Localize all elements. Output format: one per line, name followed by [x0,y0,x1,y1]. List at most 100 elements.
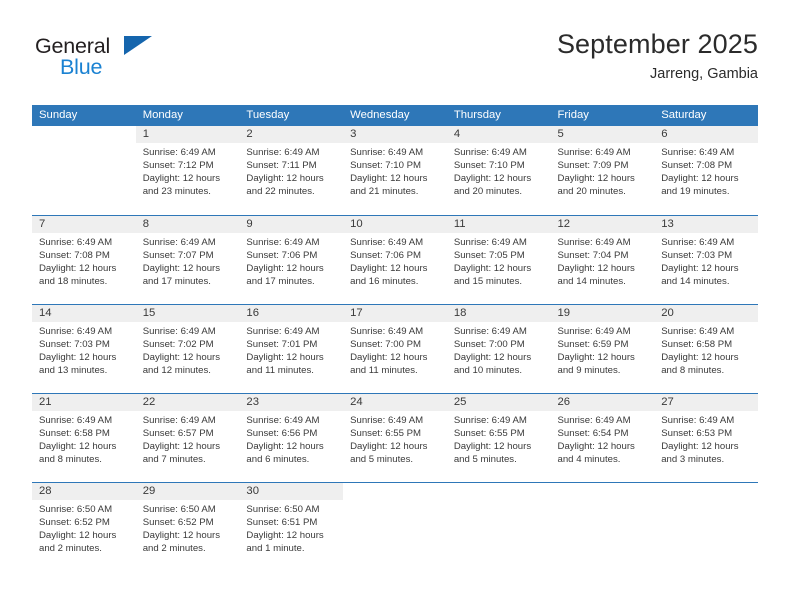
daylight-text: Daylight: 12 hours [453,351,532,363]
calendar-day-cell[interactable]: 21 Sunrise: 6:49 AM Sunset: 6:58 PM Dayligh… [32,393,136,482]
calendar-day-cell[interactable]: 20 Sunrise: 6:49 AM Sunset: 6:58 PM Dayligh… [654,304,758,393]
calendar-day-cell[interactable]: 11 Sunrise: 6:49 AM Sunset: 7:05 PM Dayligh… [446,215,551,304]
sunrise-text: Sunrise: 6:49 AM [453,237,527,248]
calendar-day-cell[interactable]: 17 Sunrise: 6:49 AM Sunset: 7:00 PM Dayligh… [343,304,447,393]
day-info: Sunrise: 6:49 AM Sunset: 6:53 PM Daylight:… [654,411,758,467]
sunrise-text: Sunrise: 6:50 AM [39,504,113,515]
daylight-text: Daylight: 12 hours [246,351,324,363]
title-block: September 2025 Jarreng, Gambia [557,26,758,85]
sunset-text: Sunset: 6:53 PM [661,427,733,439]
calendar-day-cell[interactable]: 15 Sunrise: 6:49 AM Sunset: 7:02 PM Dayligh… [135,304,240,393]
sunset-text: Sunset: 6:58 PM [661,338,733,350]
daylight-text-cont: and 13 minutes. [39,364,108,376]
calendar-day-cell[interactable]: 29 Sunrise: 6:50 AM Sunset: 6:52 PM Dayligh… [135,482,240,571]
day-info: Sunrise: 6:49 AM Sunset: 7:02 PM Daylight:… [136,322,240,378]
sunrise-text: Sunrise: 6:49 AM [453,147,527,158]
day-info: Sunrise: 6:49 AM Sunset: 7:09 PM Daylight:… [551,143,655,199]
daylight-text-cont: and 3 minutes. [661,453,725,465]
calendar-day-cell[interactable]: 3 Sunrise: 6:49 AM Sunset: 7:10 PM Daylight… [343,126,447,215]
sunrise-text: Sunrise: 6:50 AM [142,504,216,515]
calendar-day-cell[interactable]: 25 Sunrise: 6:49 AM Sunset: 6:55 PM Dayligh… [446,393,551,482]
day-info: Sunrise: 6:49 AM Sunset: 7:00 PM Daylight:… [343,322,447,378]
sunrise-text: Sunrise: 6:49 AM [142,147,216,158]
day-number: 26 [550,394,655,411]
calendar-day-cell[interactable]: 19 Sunrise: 6:49 AM Sunset: 6:59 PM Dayligh… [550,304,655,393]
sunset-text: Sunset: 6:55 PM [453,427,525,439]
calendar-day-cell[interactable]: 16 Sunrise: 6:49 AM Sunset: 7:01 PM Dayligh… [239,304,344,393]
calendar-day-cell[interactable]: 12 Sunrise: 6:49 AM Sunset: 7:04 PM Dayligh… [550,215,655,304]
day-number: 14 [32,305,136,322]
day-info: Sunrise: 6:49 AM Sunset: 6:58 PM Daylight:… [32,411,136,467]
day-number: 2 [239,126,344,143]
daylight-text: Daylight: 12 hours [142,440,221,452]
calendar-day-cell[interactable]: 28 Sunrise: 6:50 AM Sunset: 6:52 PM Dayligh… [32,482,136,571]
calendar-day-cell[interactable]: 4 Sunrise: 6:49 AM Sunset: 7:10 PM Daylight… [446,126,551,215]
sunset-text: Sunset: 7:10 PM [350,159,422,171]
calendar-week-row: 7 Sunrise: 6:49 AM Sunset: 7:08 PM Daylight… [32,215,758,304]
day-number: 3 [343,126,447,143]
daylight-text-cont: and 17 minutes. [246,275,315,287]
daylight-text-cont: and 14 minutes. [661,275,730,287]
sunrise-text: Sunrise: 6:49 AM [246,326,320,337]
calendar-day-cell[interactable]: 1 Sunrise: 6:49 AM Sunset: 7:12 PM Daylight… [135,126,240,215]
daylight-text-cont: and 9 minutes. [557,364,621,376]
day-number: 20 [654,305,758,322]
calendar-day-cell[interactable]: 8 Sunrise: 6:49 AM Sunset: 7:07 PM Daylight… [135,215,240,304]
daylight-text: Daylight: 12 hours [350,262,428,274]
sunrise-text: Sunrise: 6:49 AM [142,237,216,248]
calendar-day-cell[interactable]: 30 Sunrise: 6:50 AM Sunset: 6:51 PM Dayligh… [239,482,344,571]
day-number: 6 [654,126,758,143]
calendar-day-cell[interactable]: 5 Sunrise: 6:49 AM Sunset: 7:09 PM Daylight… [550,126,655,215]
calendar-day-cell[interactable]: 13 Sunrise: 6:49 AM Sunset: 7:03 PM Dayligh… [654,215,758,304]
calendar-empty-cell [446,482,551,571]
calendar-day-cell[interactable]: 18 Sunrise: 6:49 AM Sunset: 7:00 PM Dayligh… [446,304,551,393]
calendar-day-cell[interactable]: 7 Sunrise: 6:49 AM Sunset: 7:08 PM Daylight… [32,215,136,304]
daylight-text-cont: and 11 minutes. [246,364,314,376]
daylight-text: Daylight: 12 hours [39,351,117,363]
sunset-text: Sunset: 7:07 PM [142,249,214,261]
daylight-text-cont: and 2 minutes. [39,542,102,554]
sunrise-text: Sunrise: 6:49 AM [142,415,216,426]
daylight-text: Daylight: 12 hours [661,262,739,274]
calendar-week-row: 1 Sunrise: 6:49 AM Sunset: 7:12 PM Daylight… [32,126,758,215]
day-info: Sunrise: 6:49 AM Sunset: 6:59 PM Daylight:… [551,322,655,378]
sunset-text: Sunset: 7:00 PM [453,338,525,350]
day-info: Sunrise: 6:49 AM Sunset: 7:03 PM Daylight:… [654,233,758,289]
weekday-header-tuesday: Tuesday [239,105,344,126]
calendar-day-cell[interactable]: 9 Sunrise: 6:49 AM Sunset: 7:06 PM Daylight… [239,215,344,304]
daylight-text: Daylight: 12 hours [557,351,635,363]
daylight-text-cont: and 18 minutes. [39,275,108,287]
page-header: General Blue September 2025 Jarreng, Gam… [32,26,758,98]
daylight-text: Daylight: 12 hours [350,172,428,184]
sunrise-text: Sunrise: 6:49 AM [557,147,631,158]
weekday-header-monday: Monday [135,105,240,126]
calendar-day-cell[interactable]: 22 Sunrise: 6:49 AM Sunset: 6:57 PM Dayligh… [135,393,240,482]
day-number: 12 [550,216,655,233]
day-number [32,126,136,143]
daylight-text: Daylight: 12 hours [453,440,532,452]
sunrise-text: Sunrise: 6:49 AM [39,237,113,248]
calendar-week-row: 21 Sunrise: 6:49 AM Sunset: 6:58 PM Dayligh… [32,393,758,482]
calendar-day-cell[interactable]: 23 Sunrise: 6:49 AM Sunset: 6:56 PM Dayligh… [239,393,344,482]
daylight-text-cont: and 8 minutes. [39,453,102,465]
calendar-day-cell[interactable]: 27 Sunrise: 6:49 AM Sunset: 6:53 PM Dayligh… [654,393,758,482]
daylight-text-cont: and 21 minutes. [350,185,419,197]
daylight-text-cont: and 6 minutes. [246,453,310,465]
calendar-day-cell[interactable]: 26 Sunrise: 6:49 AM Sunset: 6:54 PM Dayligh… [550,393,655,482]
sunset-text: Sunset: 7:06 PM [350,249,422,261]
calendar-day-cell[interactable]: 2 Sunrise: 6:49 AM Sunset: 7:11 PM Daylight… [239,126,344,215]
calendar-day-cell[interactable]: 24 Sunrise: 6:49 AM Sunset: 6:55 PM Dayligh… [343,393,447,482]
day-number: 13 [654,216,758,233]
general-blue-logo: General Blue [32,34,222,90]
calendar-day-cell[interactable]: 14 Sunrise: 6:49 AM Sunset: 7:03 PM Dayligh… [32,304,136,393]
calendar-day-cell[interactable]: 10 Sunrise: 6:49 AM Sunset: 7:06 PM Dayligh… [343,215,447,304]
day-number: 25 [446,394,551,411]
sunset-text: Sunset: 7:09 PM [557,159,629,171]
sunrise-text: Sunrise: 6:49 AM [350,415,424,426]
day-number: 17 [343,305,447,322]
daylight-text-cont: and 15 minutes. [453,275,523,287]
calendar-page: General Blue September 2025 Jarreng, Gam… [0,0,792,612]
day-info: Sunrise: 6:49 AM Sunset: 7:01 PM Daylight:… [239,322,343,378]
calendar-day-cell[interactable]: 6 Sunrise: 6:49 AM Sunset: 7:08 PM Daylight… [654,126,758,215]
day-number: 15 [135,305,240,322]
